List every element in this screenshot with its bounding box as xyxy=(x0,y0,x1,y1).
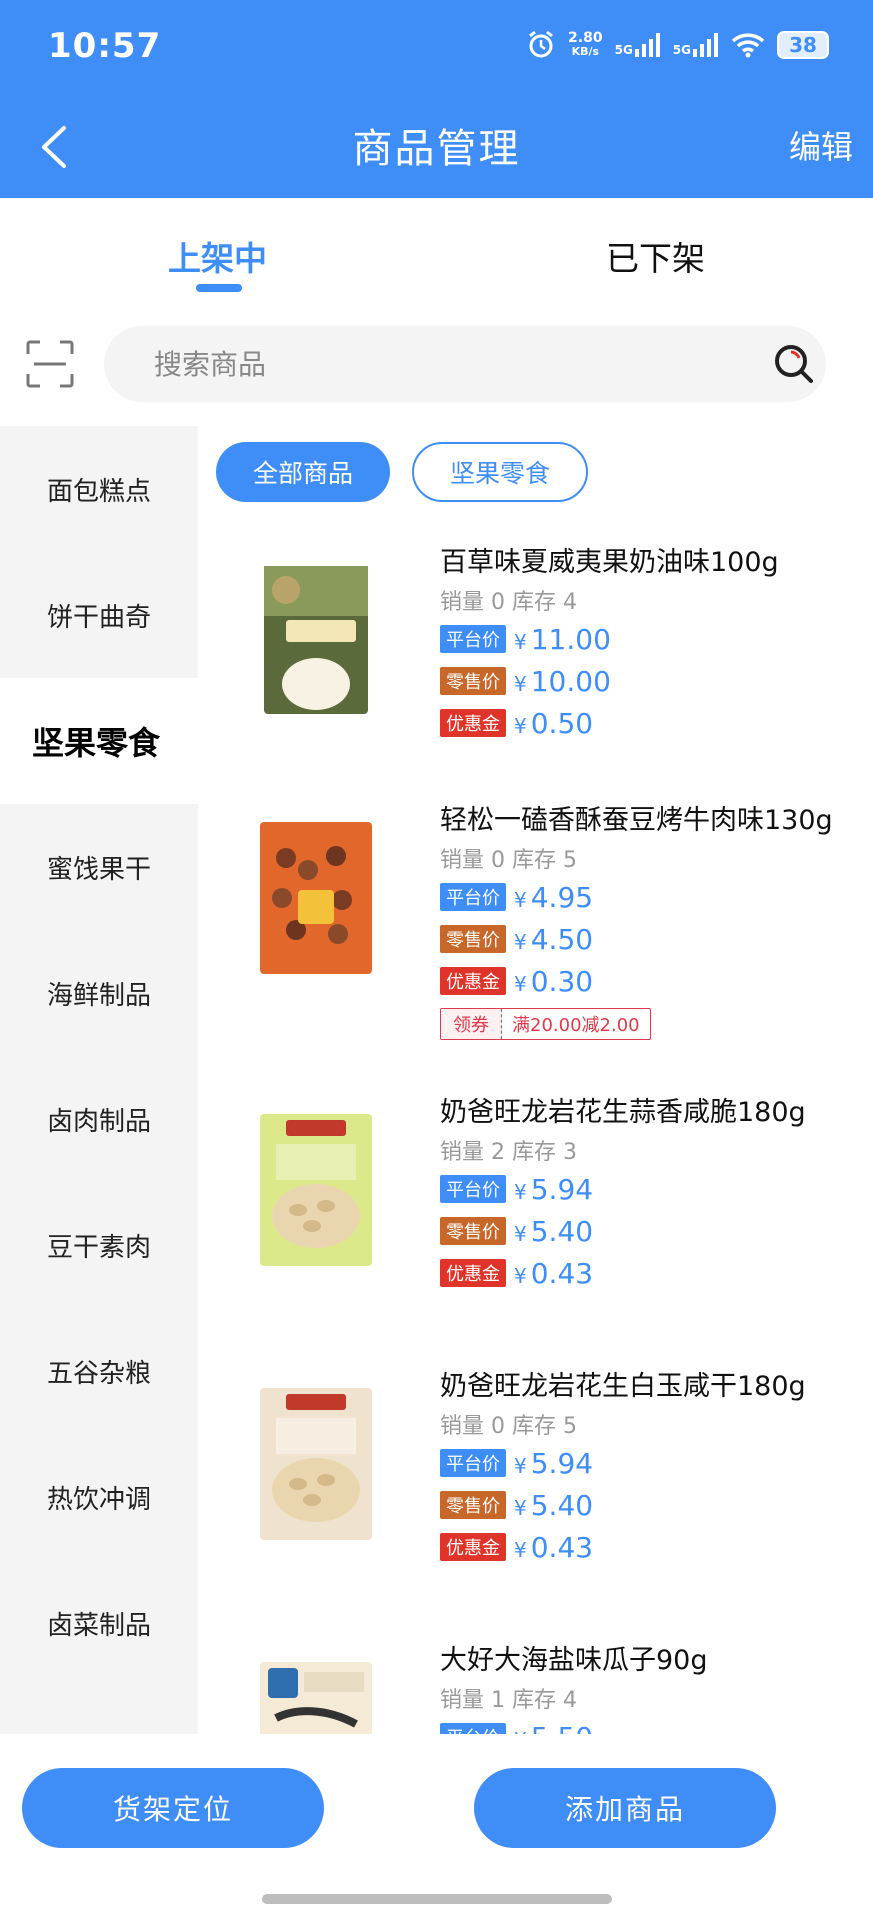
platform-price-tag: 平台价 xyxy=(440,1723,506,1734)
platform-price-row: 平台价 ¥11.00 xyxy=(440,622,611,656)
product-stats: 销量 0 库存 5 xyxy=(440,1414,578,1439)
peanut-bag-icon xyxy=(260,1388,372,1540)
product-name: 百草味夏威夷果奶油味100g xyxy=(440,547,779,578)
sidebar-item-bread[interactable]: 面包糕点 xyxy=(0,426,198,552)
retail-price: ¥5.40 xyxy=(514,1488,594,1522)
chip-all-products[interactable]: 全部商品 xyxy=(216,442,390,502)
discount-row: 优惠金 ¥0.30 xyxy=(440,964,594,998)
sidebar-item-tofu[interactable]: 豆干素肉 xyxy=(0,1182,198,1308)
status-bar: 10:57 2.80 KB/s 5G 5G 38 xyxy=(0,0,873,96)
discount-amount: ¥0.43 xyxy=(514,1256,594,1290)
sidebar-item-braised-meat[interactable]: 卤肉制品 xyxy=(0,1056,198,1182)
product-name: 大好大海盐味瓜子90g xyxy=(440,1645,708,1676)
bottom-action-bar: 货架定位 添加商品 xyxy=(0,1734,873,1920)
add-product-button[interactable]: 添加商品 xyxy=(474,1768,776,1848)
sidebar-item-biscuits[interactable]: 饼干曲奇 xyxy=(0,552,198,678)
sidebar-item-hot-drinks[interactable]: 热饮冲调 xyxy=(0,1434,198,1560)
retail-price-tag: 零售价 xyxy=(440,1491,506,1519)
wifi-icon xyxy=(731,33,765,58)
sidebar-item-grains[interactable]: 五谷杂粮 xyxy=(0,1308,198,1434)
product-name: 轻松一磕香酥蚕豆烤牛肉味130g xyxy=(440,805,833,836)
platform-price: ¥5.94 xyxy=(514,1446,594,1480)
retail-price-row: 零售价 ¥5.40 xyxy=(440,1214,594,1248)
search-bar xyxy=(104,326,826,402)
platform-price: ¥11.00 xyxy=(514,622,611,656)
retail-price: ¥10.00 xyxy=(514,664,611,698)
tab-on-shelf[interactable]: 上架中 xyxy=(168,232,267,280)
product-list: 百草味夏威夷果奶油味100g 销量 0 库存 4 平台价 ¥11.00 零售价 ¥1… xyxy=(198,520,873,1734)
platform-price-row: 平台价 ¥5.94 xyxy=(440,1172,594,1206)
product-stats: 销量 0 库存 5 xyxy=(440,848,578,873)
sidebar-item-nuts-snacks[interactable]: 坚果零食 xyxy=(0,678,198,804)
retail-price-row: 零售价 ¥10.00 xyxy=(440,664,611,698)
title-bar: 商品管理 编辑 xyxy=(0,96,873,198)
status-time: 10:57 xyxy=(48,26,162,66)
product-name: 奶爸旺龙岩花生白玉咸干180g xyxy=(440,1371,806,1402)
broad-bean-bag-icon xyxy=(260,822,372,974)
discount-amount: ¥0.50 xyxy=(514,706,594,740)
edit-button[interactable]: 编辑 xyxy=(789,122,853,168)
search-input[interactable] xyxy=(154,326,714,402)
discount-amount: ¥0.43 xyxy=(514,1530,594,1564)
product-name: 奶爸旺龙岩花生蒜香咸脆180g xyxy=(440,1097,806,1128)
platform-price-row: 平台价 ¥5.94 xyxy=(440,1446,594,1480)
product-stats: 销量 0 库存 4 xyxy=(440,590,578,615)
platform-price-row: 平台价 ¥4.95 xyxy=(440,880,594,914)
discount-row: 优惠金 ¥0.43 xyxy=(440,1530,594,1564)
home-indicator[interactable] xyxy=(262,1894,612,1904)
retail-price-tag: 零售价 xyxy=(440,925,506,953)
discount-tag: 优惠金 xyxy=(440,1259,506,1287)
discount-row: 优惠金 ¥0.43 xyxy=(440,1256,594,1290)
tab-off-shelf[interactable]: 已下架 xyxy=(606,232,705,280)
retail-price: ¥5.40 xyxy=(514,1214,594,1248)
sunflower-seed-bag-icon xyxy=(260,1662,372,1734)
signal-icon xyxy=(634,33,660,57)
signal-2: 5G xyxy=(673,33,719,57)
retail-price-tag: 零售价 xyxy=(440,1217,506,1245)
product-stats: 销量 1 库存 4 xyxy=(440,1688,578,1713)
shelf-locate-button[interactable]: 货架定位 xyxy=(22,1768,324,1848)
discount-tag: 优惠金 xyxy=(440,709,506,737)
peanut-bag-icon xyxy=(260,1114,372,1266)
sidebar-item-dried-fruit[interactable]: 蜜饯果干 xyxy=(0,804,198,930)
platform-price-tag: 平台价 xyxy=(440,1449,506,1477)
signal-icon xyxy=(693,33,718,57)
discount-amount: ¥0.30 xyxy=(514,964,594,998)
platform-price-row: 平台价 ¥5.50 xyxy=(440,1721,593,1735)
active-tab-indicator xyxy=(196,284,242,292)
battery-indicator: 38 xyxy=(777,31,829,59)
chip-nuts-snacks[interactable]: 坚果零食 xyxy=(412,442,588,502)
platform-price: ¥4.95 xyxy=(514,880,594,914)
retail-price-row: 零售价 ¥5.40 xyxy=(440,1488,594,1522)
app-header: 10:57 2.80 KB/s 5G 5G 38 商品管理 编辑 xyxy=(0,0,873,198)
retail-price-row: 零售价 ¥4.50 xyxy=(440,922,594,956)
retail-price-tag: 零售价 xyxy=(440,667,506,695)
retail-price: ¥4.50 xyxy=(514,922,594,956)
discount-tag: 优惠金 xyxy=(440,1533,506,1561)
sidebar-item-seafood[interactable]: 海鲜制品 xyxy=(0,930,198,1056)
platform-price-tag: 平台价 xyxy=(440,1175,506,1203)
product-stats: 销量 2 库存 3 xyxy=(440,1140,578,1165)
coupon-label: 领券 xyxy=(441,1009,502,1039)
net-speed: 2.80 KB/s xyxy=(568,30,603,58)
platform-price-tag: 平台价 xyxy=(440,883,506,911)
discount-tag: 优惠金 xyxy=(440,967,506,995)
platform-price-tag: 平台价 xyxy=(440,625,506,653)
status-icons: 2.80 KB/s 5G 5G 38 xyxy=(526,30,829,60)
scan-icon[interactable] xyxy=(26,340,74,388)
signal-1: 5G xyxy=(615,33,661,57)
platform-price: ¥5.50 xyxy=(514,1721,593,1735)
status-tabs: 上架中 已下架 xyxy=(0,198,873,308)
coupon-condition: 满20.00减2.00 xyxy=(512,1015,640,1036)
page-title: 商品管理 xyxy=(352,126,521,172)
platform-price: ¥5.94 xyxy=(514,1172,594,1206)
macadamia-bag-icon xyxy=(264,566,368,714)
discount-row: 优惠金 ¥0.50 xyxy=(440,706,594,740)
search-icon[interactable] xyxy=(772,342,816,386)
sidebar-item-braised-veg[interactable]: 卤菜制品 xyxy=(0,1560,198,1686)
coupon-badge[interactable]: 领券 满20.00减2.00 xyxy=(440,1008,651,1040)
category-sidebar: 面包糕点 饼干曲奇 坚果零食 蜜饯果干 海鲜制品 卤肉制品 豆干素肉 五谷杂粮 … xyxy=(0,426,198,1734)
alarm-icon xyxy=(529,30,553,58)
